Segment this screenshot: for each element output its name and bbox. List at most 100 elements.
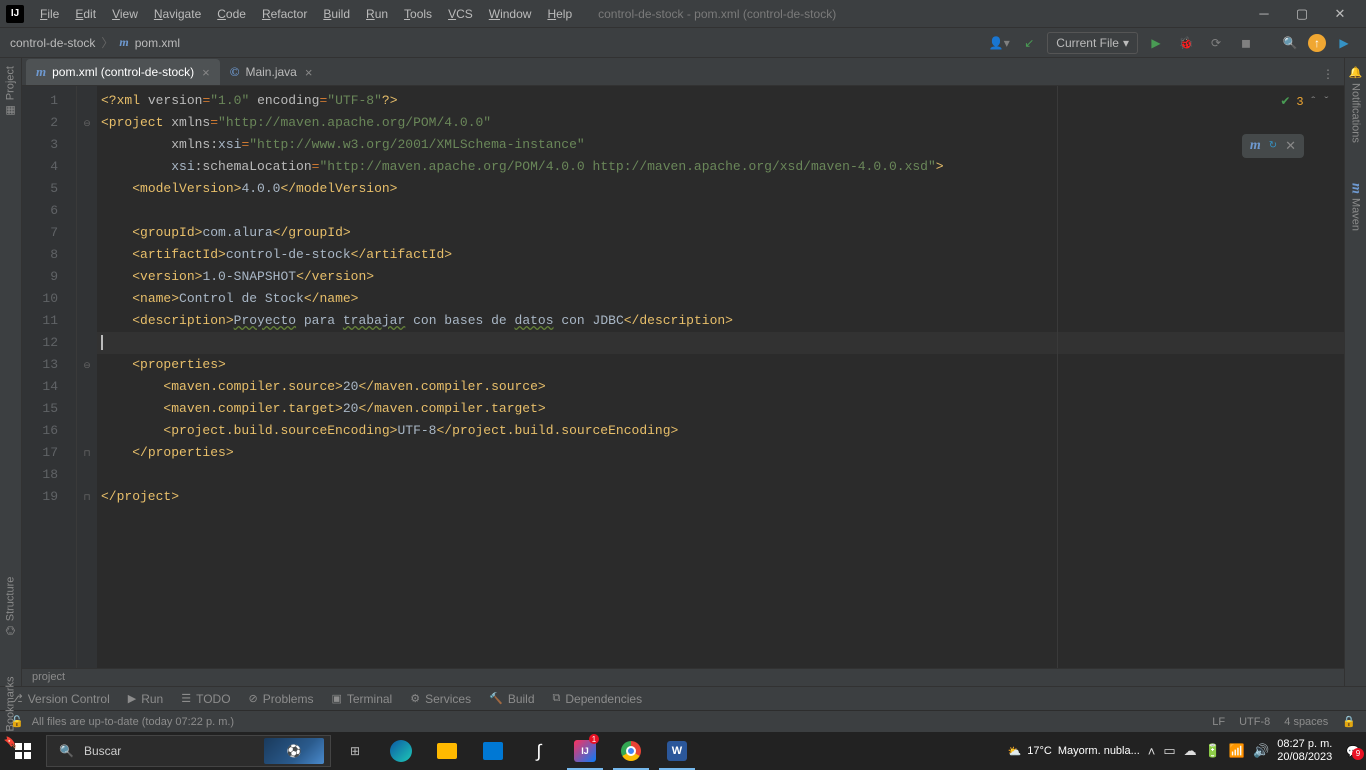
menu-window[interactable]: Window — [481, 3, 540, 25]
maximize-button[interactable]: ▢ — [1290, 4, 1314, 24]
vcs-update-icon[interactable]: ↙ — [1017, 32, 1041, 54]
fold-mark[interactable] — [77, 310, 97, 332]
fold-column[interactable]: ⊖⊖⊓⊓ — [77, 86, 97, 668]
tab-close-icon[interactable]: × — [202, 65, 210, 80]
user-icon[interactable]: 👤▾ — [987, 32, 1011, 54]
store-icon[interactable] — [471, 732, 515, 770]
menu-build[interactable]: Build — [315, 3, 358, 25]
fold-mark[interactable]: ⊓ — [77, 442, 97, 464]
line-number[interactable]: 17 — [22, 442, 76, 464]
app-generic-icon[interactable]: ∫ — [517, 732, 561, 770]
line-separator[interactable]: LF — [1212, 716, 1225, 728]
fold-mark[interactable] — [77, 178, 97, 200]
weather-widget[interactable]: ⛅ 17°C Mayorm. nubla... — [1008, 745, 1140, 758]
tray-onedrive-icon[interactable]: ☁ — [1184, 743, 1197, 759]
fold-mark[interactable] — [77, 134, 97, 156]
debug-button[interactable]: 🐞 — [1174, 32, 1198, 54]
code-line-15[interactable]: <maven.compiler.target>20</maven.compile… — [97, 398, 1344, 420]
tab-1[interactable]: ©Main.java× — [220, 59, 323, 85]
fold-mark[interactable] — [77, 244, 97, 266]
gutter[interactable]: 12345678910111213141516171819 — [22, 86, 77, 668]
fold-mark[interactable] — [77, 222, 97, 244]
code-line-16[interactable]: <project.build.sourceEncoding>UTF-8</pro… — [97, 420, 1344, 442]
code-line-6[interactable] — [97, 200, 1344, 222]
code-area[interactable]: ✔ 3 ˆ ˇ m↻ ✕ <?xml version="1.0" encodin… — [97, 86, 1344, 668]
stop-button[interactable]: ◼ — [1234, 32, 1258, 54]
coverage-button[interactable]: ⟳ — [1204, 32, 1228, 54]
breadcrumb-project[interactable]: control-de-stock — [10, 36, 95, 50]
line-number[interactable]: 9 — [22, 266, 76, 288]
menu-tools[interactable]: Tools — [396, 3, 440, 25]
inspection-widget[interactable]: ✔ 3 ˆ ˇ — [1280, 94, 1330, 109]
search-everywhere-icon[interactable]: 🔍 — [1278, 32, 1302, 54]
menu-run[interactable]: Run — [358, 3, 396, 25]
tray-volume-icon[interactable]: 🔊 — [1253, 743, 1269, 759]
task-view-icon[interactable]: ⊞ — [333, 732, 377, 770]
taskbar-clock[interactable]: 08:27 p. m. 20/08/2023 — [1277, 738, 1332, 764]
line-number[interactable]: 11 — [22, 310, 76, 332]
fold-mark[interactable]: ⊓ — [77, 486, 97, 508]
toolwin-dependencies[interactable]: ⧉Dependencies — [553, 692, 643, 706]
code-line-1[interactable]: <?xml version="1.0" encoding="UTF-8"?> — [97, 90, 1344, 112]
line-number[interactable]: 14 — [22, 376, 76, 398]
fold-mark[interactable]: ⊖ — [77, 354, 97, 376]
code-line-18[interactable] — [97, 464, 1344, 486]
fold-mark[interactable] — [77, 156, 97, 178]
code-line-14[interactable]: <maven.compiler.source>20</maven.compile… — [97, 376, 1344, 398]
menu-refactor[interactable]: Refactor — [254, 3, 315, 25]
line-number[interactable]: 1 — [22, 90, 76, 112]
code-line-13[interactable]: <properties> — [97, 354, 1344, 376]
taskbar-search[interactable]: 🔍 Buscar ⚽ — [46, 735, 331, 767]
line-number[interactable]: 12 — [22, 332, 76, 354]
toolwin-run[interactable]: ▶Run — [128, 692, 163, 706]
line-number[interactable]: 8 — [22, 244, 76, 266]
line-number[interactable]: 16 — [22, 420, 76, 442]
project-tool-button[interactable]: ▦Project — [4, 66, 17, 117]
line-number[interactable]: 6 — [22, 200, 76, 222]
maven-reload-widget[interactable]: m↻ ✕ — [1242, 134, 1304, 158]
fold-mark[interactable] — [77, 200, 97, 222]
breadcrumb-bottom[interactable]: project — [22, 668, 1344, 686]
toolwin-todo[interactable]: ☰TODO — [181, 692, 230, 706]
toolwin-services[interactable]: ⚙Services — [410, 692, 471, 706]
line-number[interactable]: 4 — [22, 156, 76, 178]
fold-mark[interactable] — [77, 376, 97, 398]
widget-close-icon[interactable]: ✕ — [1285, 139, 1296, 154]
fold-mark[interactable] — [77, 288, 97, 310]
word-icon[interactable]: W — [655, 732, 699, 770]
tray-chevron-icon[interactable]: ˄ — [1148, 744, 1156, 759]
breadcrumb[interactable]: control-de-stock 〉 m pom.xml — [10, 34, 180, 51]
explorer-icon[interactable] — [425, 732, 469, 770]
toolwin-build[interactable]: 🔨Build — [489, 692, 534, 706]
menu-file[interactable]: File — [32, 3, 67, 25]
line-number[interactable]: 3 — [22, 134, 76, 156]
line-number[interactable]: 5 — [22, 178, 76, 200]
intellij-taskbar-icon[interactable]: IJ1 — [563, 732, 607, 770]
menu-vcs[interactable]: VCS — [440, 3, 481, 25]
run-anything-icon[interactable]: ▶ — [1332, 32, 1356, 54]
code-line-19[interactable]: </project> — [97, 486, 1344, 508]
line-number[interactable]: 19 — [22, 486, 76, 508]
code-line-3[interactable]: xmlns:xsi="http://www.w3.org/2001/XMLSch… — [97, 134, 1344, 156]
menu-navigate[interactable]: Navigate — [146, 3, 209, 25]
minimize-button[interactable]: ─ — [1252, 4, 1276, 24]
tray-wifi-icon[interactable]: 📶 — [1229, 743, 1245, 759]
editor[interactable]: 12345678910111213141516171819 ⊖⊖⊓⊓ ✔ 3 ˆ… — [22, 86, 1344, 668]
action-center-icon[interactable]: 💬9 — [1346, 745, 1360, 758]
fold-mark[interactable] — [77, 332, 97, 354]
bookmarks-tool-button[interactable]: 🔖Bookmarks — [4, 676, 17, 748]
code-line-8[interactable]: <artifactId>control-de-stock</artifactId… — [97, 244, 1344, 266]
toolwin-terminal[interactable]: ▣Terminal — [331, 692, 392, 706]
ide-update-icon[interactable]: ↑ — [1308, 34, 1326, 52]
line-number[interactable]: 13 — [22, 354, 76, 376]
line-number[interactable]: 18 — [22, 464, 76, 486]
fold-mark[interactable] — [77, 420, 97, 442]
tray-meet-now-icon[interactable]: ▭ — [1163, 743, 1175, 759]
toolwin-version-control[interactable]: ⎇Version Control — [10, 692, 110, 706]
menu-edit[interactable]: Edit — [67, 3, 104, 25]
fold-mark[interactable] — [77, 266, 97, 288]
maven-tool-button[interactable]: mMaven — [1348, 183, 1364, 231]
menu-code[interactable]: Code — [209, 3, 254, 25]
edge-icon[interactable] — [379, 732, 423, 770]
line-number[interactable]: 15 — [22, 398, 76, 420]
